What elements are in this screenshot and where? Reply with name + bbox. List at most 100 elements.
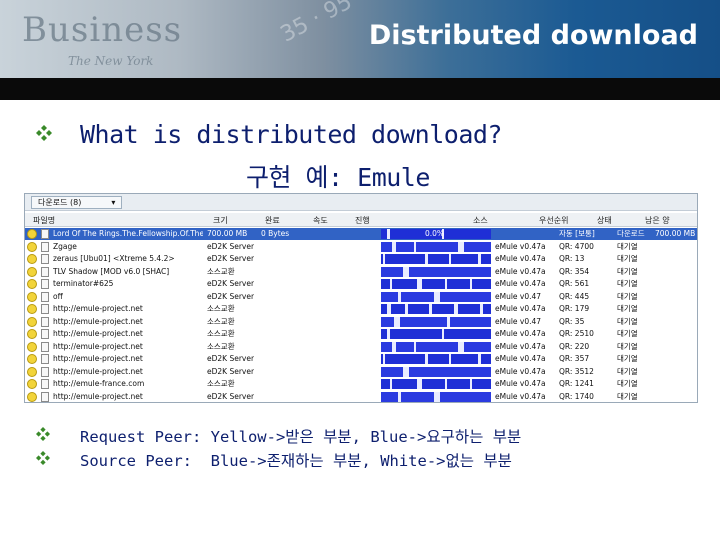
- progress-gap: [425, 254, 429, 264]
- cell-name: off: [53, 291, 63, 301]
- progress-gap: [441, 329, 444, 339]
- column-header-priority[interactable]: 우선순위: [539, 215, 568, 226]
- source-peer-row[interactable]: http://emule-project.net eD2K Server eMule…: [25, 391, 697, 403]
- cell-source: eMule v0.47: [495, 291, 542, 301]
- cell-state: 대기열: [617, 316, 638, 326]
- cell-state: 대기열: [617, 391, 638, 401]
- cell-state: 대기열: [617, 341, 638, 351]
- source-peer-row[interactable]: http://emule-project.net 소스교환 eMule v0.47 Q…: [25, 316, 697, 328]
- cell-state: 대기열: [617, 291, 638, 301]
- cell-size: eD2K Server: [207, 241, 255, 251]
- column-header-progress[interactable]: 진행: [355, 215, 370, 226]
- source-peer-row[interactable]: Zgage eD2K Server eMule v0.47a QR: 4700 대기열: [25, 241, 697, 253]
- cell-state: 대기열: [617, 329, 638, 338]
- progress-gap: [397, 291, 401, 302]
- cell-size: 소스교환: [207, 379, 235, 388]
- column-header-done[interactable]: 완료: [265, 215, 280, 226]
- progress-gap: [403, 266, 409, 277]
- cell-state: 다운로드: [617, 229, 645, 238]
- cell-source: eMule v0.47a: [495, 254, 546, 263]
- cell-size: eD2K Server: [207, 354, 255, 363]
- column-header-state[interactable]: 상태: [597, 215, 612, 226]
- progress-bar: 0.0%: [381, 229, 491, 239]
- downloads-tab[interactable]: 다운로드 (8) ▾: [31, 196, 123, 209]
- progress-gap: [458, 241, 464, 252]
- progress-bar: [381, 341, 491, 352]
- column-header-source[interactable]: 소스: [473, 215, 488, 226]
- source-peer-row[interactable]: http://emule-project.net 소스교환 eMule v0.47a…: [25, 328, 697, 340]
- progress-bar: [381, 266, 491, 277]
- file-icon: [41, 366, 49, 377]
- source-peer-row[interactable]: terminator#625 eD2K Server eMule v0.47a QR:…: [25, 278, 697, 290]
- cell-priority: QR: 354: [559, 266, 590, 276]
- progress-gap: [470, 379, 473, 389]
- cell-priority: QR: 4700: [559, 241, 594, 251]
- source-peer-row[interactable]: off eD2K Server eMule v0.47 QR: 445 대기열: [25, 291, 697, 303]
- smiley-peer-icon: [27, 391, 37, 402]
- progress-gap: [383, 254, 386, 264]
- diamond-bullet-icon: [36, 427, 50, 441]
- progress-text: 0.0%: [425, 229, 445, 238]
- smiley-peer-icon: [27, 279, 37, 289]
- cell-source: eMule v0.47a: [495, 341, 546, 351]
- source-peer-row[interactable]: TLV Shadow [MOD v6.0 [SHAC] 소스교환 eMule v0.…: [25, 266, 697, 278]
- progress-gap: [392, 241, 397, 252]
- progress-gap: [449, 354, 452, 364]
- cell-size: eD2K Server: [207, 291, 255, 301]
- cell-state: 대기열: [617, 354, 638, 363]
- progress-gap: [425, 354, 429, 364]
- cell-state: 대기열: [617, 241, 638, 251]
- slide-title: Distributed download: [368, 20, 698, 51]
- cell-source: eMule v0.47a: [495, 304, 546, 313]
- progress-gap: [397, 391, 401, 402]
- cell-size: eD2K Server: [207, 254, 255, 263]
- progress-gap: [386, 329, 390, 339]
- progress-gap: [453, 304, 458, 314]
- column-header: 파일명 크기 완료 속도 진행 소스 우선순위 상태 남은 양: [25, 213, 697, 227]
- progress-gap: [392, 341, 397, 352]
- source-peer-row[interactable]: http://emule-project.net 소스교환 eMule v0.47a…: [25, 341, 697, 353]
- cell-priority: QR: 179: [559, 304, 590, 313]
- source-peer-row[interactable]: http://emule-project.net eD2K Server eMule…: [25, 353, 697, 365]
- cell-name: http://emule-project.net: [53, 366, 143, 376]
- downloads-tab-label: 다운로드 (8): [38, 198, 82, 207]
- file-icon: [41, 266, 49, 277]
- cell-state: 대기열: [617, 304, 638, 313]
- banner-art-text: Business: [22, 10, 183, 50]
- file-icon: [41, 341, 49, 352]
- source-peer-row[interactable]: http://emule-project.net eD2K Server eMule…: [25, 366, 697, 378]
- file-icon: [41, 304, 49, 314]
- cell-source: eMule v0.47a: [495, 241, 546, 251]
- cell-source: eMule v0.47a: [495, 354, 546, 363]
- file-icon: [41, 391, 49, 402]
- download-file-row[interactable]: Lord Of The Rings.The.Fellowship.Of.The.…: [25, 228, 697, 240]
- cell-name: http://emule-project.net: [53, 304, 143, 313]
- progress-gap: [477, 254, 482, 264]
- source-peer-row[interactable]: http://emule-france.com 소스교환 eMule v0.47a Q…: [25, 378, 697, 390]
- column-header-remaining[interactable]: 남은 양: [645, 215, 670, 226]
- cell-priority: QR: 1740: [559, 391, 594, 401]
- column-header-size[interactable]: 크기: [213, 215, 228, 226]
- cell-size: eD2K Server: [207, 279, 255, 288]
- column-header-speed[interactable]: 속도: [313, 215, 328, 226]
- file-icon: [41, 316, 49, 327]
- window-toolbar: 다운로드 (8) ▾: [25, 194, 697, 211]
- progress-gap: [405, 304, 409, 314]
- source-peer-row[interactable]: http://emule-project.net 소스교환 eMule v0.47a…: [25, 303, 697, 315]
- main-heading: What is distributed download?: [80, 120, 503, 149]
- cell-priority: QR: 35: [559, 316, 585, 326]
- column-header-name[interactable]: 파일명: [33, 215, 55, 226]
- chevron-down-icon[interactable]: ▾: [111, 198, 115, 207]
- cell-name: http://emule-france.com: [53, 379, 145, 388]
- cell-name: terminator#625: [53, 279, 114, 288]
- file-icon: [41, 354, 49, 364]
- banner-art-subtext: The New York: [68, 54, 154, 68]
- source-peer-row[interactable]: zeraus [Ubu01] <Xtreme 5.4.2> eD2K Server…: [25, 253, 697, 265]
- cell-source: eMule v0.47a: [495, 366, 546, 376]
- banner-art-numbers: 35 · 95: [276, 0, 357, 48]
- bullet-source-peer: Source Peer: Blue->존재하는 부분, White->없는 부분: [80, 452, 512, 470]
- progress-bar: [381, 366, 491, 377]
- progress-gap: [414, 341, 417, 352]
- progress-gap: [389, 379, 392, 389]
- file-icon: [41, 279, 49, 289]
